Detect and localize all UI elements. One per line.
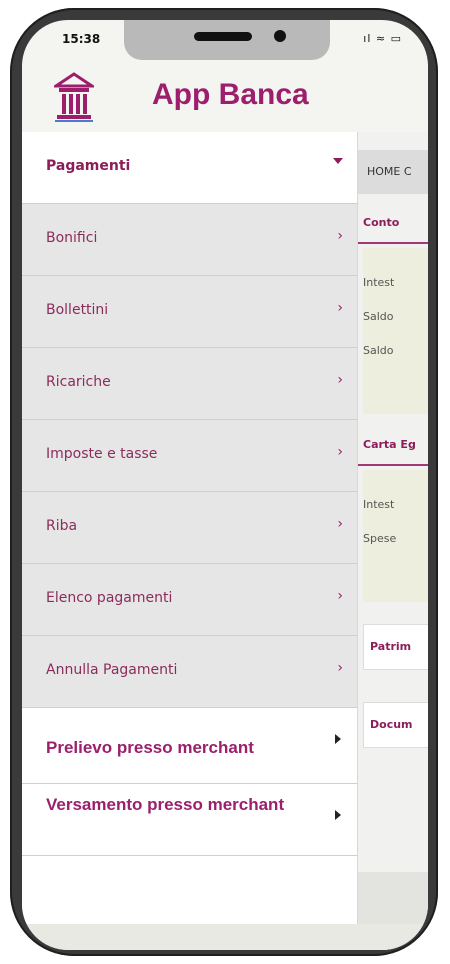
menu-item-prelievo-merchant[interactable]: Prelievo presso merchant bbox=[22, 708, 357, 784]
chevron-right-icon: › bbox=[337, 444, 343, 460]
app-header: App Banca bbox=[22, 64, 428, 132]
menu-item-imposte[interactable]: Imposte e tasse › bbox=[22, 420, 357, 492]
breadcrumb[interactable]: HOME C bbox=[357, 150, 428, 194]
conto-panel bbox=[363, 248, 428, 414]
status-bar: 15:38 ıl ≈ ▭ bbox=[22, 20, 428, 64]
menu-item-label: Bonifici bbox=[46, 230, 98, 246]
chevron-right-icon: › bbox=[337, 228, 343, 244]
chevron-right-icon: › bbox=[337, 300, 343, 316]
main-content: HOME C Conto Intest Saldo Saldo Carta Eg… bbox=[357, 132, 428, 950]
app-title: App Banca bbox=[152, 78, 309, 111]
phone-notch bbox=[124, 20, 330, 60]
menu-section-label: Pagamenti bbox=[46, 158, 131, 174]
triangle-right-icon bbox=[335, 810, 341, 820]
menu-item-label: Bollettini bbox=[46, 302, 109, 318]
conto-row: Intest bbox=[363, 276, 395, 289]
bottom-bar bbox=[22, 924, 428, 950]
status-time: 15:38 bbox=[62, 32, 101, 46]
speaker-grille bbox=[194, 32, 252, 41]
carta-row: Intest bbox=[363, 498, 395, 511]
menu-section-pagamenti[interactable]: Pagamenti bbox=[22, 132, 357, 204]
menu-item-bonifici[interactable]: Bonifici › bbox=[22, 204, 357, 276]
carta-row: Spese bbox=[363, 532, 397, 545]
patrimonio-card[interactable]: Patrim bbox=[363, 624, 428, 670]
menu-item-label: Annulla Pagamenti bbox=[46, 662, 178, 678]
chevron-right-icon: › bbox=[337, 516, 343, 532]
section-divider bbox=[357, 464, 428, 466]
camera-dot bbox=[274, 30, 286, 42]
bank-building-icon bbox=[54, 72, 94, 122]
conto-row: Saldo bbox=[363, 344, 394, 357]
menu-item-annulla-pagamenti[interactable]: Annulla Pagamenti › bbox=[22, 636, 357, 708]
menu-item-elenco-pagamenti[interactable]: Elenco pagamenti › bbox=[22, 564, 357, 636]
caret-down-icon bbox=[333, 158, 343, 164]
menu-item-label: Versamento presso merchant bbox=[46, 795, 285, 814]
side-menu: Pagamenti Bonifici › Bollettini › Ricari… bbox=[22, 132, 358, 924]
app-screen: 15:38 ıl ≈ ▭ App Banca HOME C Conto Inte… bbox=[22, 20, 428, 950]
chevron-right-icon: › bbox=[337, 588, 343, 604]
section-title-carta: Carta Eg bbox=[363, 438, 416, 451]
menu-item-bollettini[interactable]: Bollettini › bbox=[22, 276, 357, 348]
status-icons: ıl ≈ ▭ bbox=[363, 32, 402, 45]
section-divider bbox=[357, 242, 428, 244]
section-title-conto: Conto bbox=[363, 216, 400, 229]
menu-item-label: Riba bbox=[46, 518, 78, 534]
chevron-right-icon: › bbox=[337, 372, 343, 388]
chevron-right-icon: › bbox=[337, 660, 343, 676]
menu-item-label: Imposte e tasse bbox=[46, 446, 158, 462]
conto-row: Saldo bbox=[363, 310, 394, 323]
menu-item-label: Ricariche bbox=[46, 374, 111, 390]
triangle-right-icon bbox=[335, 734, 341, 744]
menu-item-label: Elenco pagamenti bbox=[46, 590, 173, 606]
menu-item-versamento-merchant[interactable]: Versamento presso merchant bbox=[22, 784, 357, 856]
menu-item-label: Prelievo presso merchant bbox=[46, 738, 254, 757]
menu-item-riba[interactable]: Riba › bbox=[22, 492, 357, 564]
documenti-card[interactable]: Docum bbox=[363, 702, 428, 748]
menu-item-ricariche[interactable]: Ricariche › bbox=[22, 348, 357, 420]
